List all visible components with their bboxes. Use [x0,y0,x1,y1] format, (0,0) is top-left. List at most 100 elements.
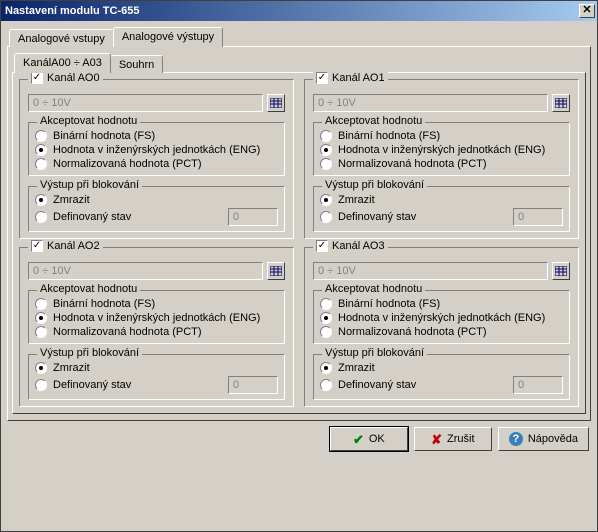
group-legend: Výstup při blokování [37,179,142,191]
radio-label: Binární hodnota (FS) [338,130,440,142]
tab-label: Souhrn [119,59,154,71]
channel-ao3-accept-binary-radio[interactable] [320,298,332,310]
channel-ao2-accept-group: Akceptovat hodnotu Binární hodnota (FS) … [28,290,285,344]
channel-ao3-block-group: Výstup při blokování Zmrazit Definovaný … [313,354,570,400]
channel-ao2-enable-checkbox[interactable]: ✓ [31,240,43,252]
channel-ao2-block-freeze-radio[interactable] [35,362,47,374]
channel-ao3-block-freeze-radio[interactable] [320,362,332,374]
window-title: Nastavení modulu TC-655 [5,5,579,17]
group-legend: Akceptovat hodnotu [37,115,140,127]
channel-ao1-range-browse-button[interactable] [552,94,570,112]
tab-label: Analogové výstupy [122,31,214,43]
channel-ao1-block-freeze-radio[interactable] [320,194,332,206]
channel-ao0-enable-checkbox[interactable]: ✓ [31,72,43,84]
radio-dot-icon [324,316,328,320]
channel-ao2-block-defined-radio[interactable] [35,379,47,391]
radio-label: Normalizovaná hodnota (PCT) [53,158,202,170]
channel-ao3-accept-normalized-radio[interactable] [320,326,332,338]
channel-ao2-accept-normalized-radio[interactable] [35,326,47,338]
channel-ao0-range-input[interactable]: 0 ÷ 10V [28,94,263,112]
channel-ao2-range-browse-button[interactable] [267,262,285,280]
outer-tabpane: KanálA00 ÷ A03 Souhrn ✓ Kanál AO0 [7,46,591,421]
channel-ao2-legend: ✓ Kanál AO2 [28,240,103,252]
channel-ao3-range-browse-button[interactable] [552,262,570,280]
help-button[interactable]: ? Nápověda [498,427,589,451]
channel-ao1-accept-normalized-radio[interactable] [320,158,332,170]
dialog-window: Nastavení modulu TC-655 ✕ Analogové vstu… [0,0,598,532]
channel-ao0-accept-normalized-radio[interactable] [35,158,47,170]
radio-dot-icon [39,316,43,320]
channel-ao0-accept-group: Akceptovat hodnotu Binární hodnota (FS) … [28,122,285,176]
channel-ao1-enable-checkbox[interactable]: ✓ [316,72,328,84]
channel-ao0-block-defined-radio[interactable] [35,211,47,223]
channel-ao0-accept-binary-radio[interactable] [35,130,47,142]
radio-dot-icon [39,366,43,370]
channel-ao3-enable-checkbox[interactable]: ✓ [316,240,328,252]
channel-ao0-box: ✓ Kanál AO0 0 ÷ 10V Akceptovat hodnotu [19,79,294,239]
channel-ao0-block-group: Výstup při blokování Zmrazit Definovaný … [28,186,285,232]
channel-ao1-box: ✓ Kanál AO1 0 ÷ 10V Akceptovat hodnotu B… [304,79,579,239]
channel-title: Kanál AO3 [332,240,385,252]
button-label: Nápověda [528,433,578,445]
radio-dot-icon [39,198,43,202]
cross-icon: ✘ [431,433,442,446]
tab-channels-a00-a03[interactable]: KanálA00 ÷ A03 [14,53,111,73]
channel-ao3-accept-eng-radio[interactable] [320,312,332,324]
client-area: Analogové vstupy Analogové výstupy Kanál… [1,21,597,531]
help-icon: ? [509,432,523,446]
channel-ao1-block-defined-radio[interactable] [320,211,332,223]
channel-ao0-defined-value-input[interactable]: 0 [228,208,278,226]
group-legend: Výstup při blokování [322,179,427,191]
radio-label: Hodnota v inženýrských jednotkách (ENG) [338,312,545,324]
button-label: Zrušit [447,433,475,445]
tab-summary[interactable]: Souhrn [110,55,163,73]
group-legend: Akceptovat hodnotu [322,115,425,127]
channel-ao1-defined-value-input[interactable]: 0 [513,208,563,226]
channel-ao0-block-freeze-radio[interactable] [35,194,47,206]
grid-icon [270,266,282,276]
channel-ao1-accept-binary-radio[interactable] [320,130,332,142]
channel-ao1-range-input[interactable]: 0 ÷ 10V [313,94,548,112]
radio-dot-icon [324,148,328,152]
grid-icon [555,98,567,108]
channel-ao0-accept-eng-radio[interactable] [35,144,47,156]
channel-ao0-legend: ✓ Kanál AO0 [28,72,103,84]
radio-label: Zmrazit [338,362,375,374]
tab-analog-inputs[interactable]: Analogové vstupy [9,29,114,47]
channel-ao2-accept-eng-radio[interactable] [35,312,47,324]
channel-ao1-accept-eng-radio[interactable] [320,144,332,156]
channels-grid: ✓ Kanál AO0 0 ÷ 10V Akceptovat hodnotu [19,79,579,407]
window-close-button[interactable]: ✕ [579,4,595,18]
group-legend: Akceptovat hodnotu [322,283,425,295]
inner-tabstrip: KanálA00 ÷ A03 Souhrn [12,53,586,73]
title-bar: Nastavení modulu TC-655 ✕ [1,1,597,21]
channel-ao3-defined-value-input[interactable]: 0 [513,376,563,394]
radio-label: Definovaný stav [338,379,507,391]
channel-ao2-accept-binary-radio[interactable] [35,298,47,310]
radio-dot-icon [324,366,328,370]
channel-ao1-block-group: Výstup při blokování Zmrazit Definovaný … [313,186,570,232]
dialog-buttons: ✔ OK ✘ Zrušit ? Nápověda [7,421,591,453]
check-icon: ✓ [318,73,326,83]
radio-label: Binární hodnota (FS) [53,130,155,142]
channel-ao2-block-group: Výstup při blokování Zmrazit Definovaný … [28,354,285,400]
radio-label: Definovaný stav [338,211,507,223]
radio-label: Normalizovaná hodnota (PCT) [338,158,487,170]
channel-ao2-range-input[interactable]: 0 ÷ 10V [28,262,263,280]
channel-ao3-accept-group: Akceptovat hodnotu Binární hodnota (FS) … [313,290,570,344]
radio-label: Hodnota v inženýrských jednotkách (ENG) [53,312,260,324]
radio-label: Binární hodnota (FS) [53,298,155,310]
radio-dot-icon [324,198,328,202]
ok-button[interactable]: ✔ OK [330,427,408,451]
channel-title: Kanál AO1 [332,72,385,84]
channel-ao2-defined-value-input[interactable]: 0 [228,376,278,394]
channel-title: Kanál AO0 [47,72,100,84]
grid-icon [555,266,567,276]
channel-ao3-block-defined-radio[interactable] [320,379,332,391]
tab-label: Analogové vstupy [18,33,105,45]
channel-ao0-range-browse-button[interactable] [267,94,285,112]
inner-tabpane: ✓ Kanál AO0 0 ÷ 10V Akceptovat hodnotu [12,72,586,414]
channel-ao3-range-input[interactable]: 0 ÷ 10V [313,262,548,280]
tab-analog-outputs[interactable]: Analogové výstupy [113,27,223,47]
cancel-button[interactable]: ✘ Zrušit [414,427,492,451]
